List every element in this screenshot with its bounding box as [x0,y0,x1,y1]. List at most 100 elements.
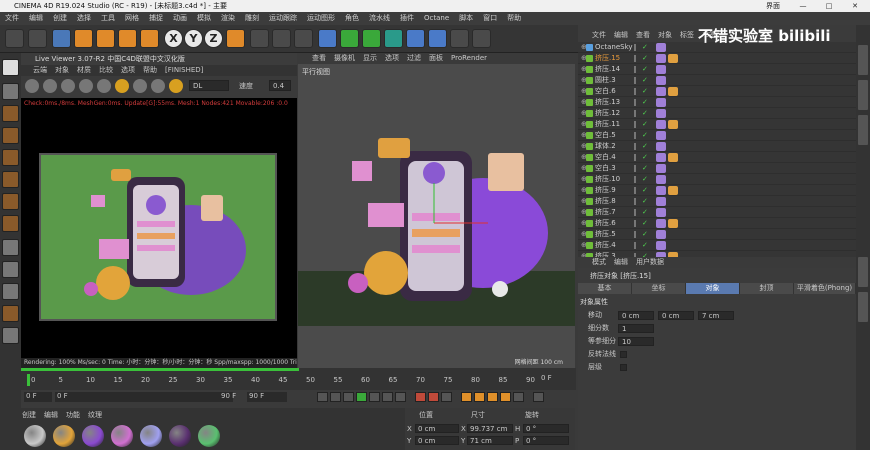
menu-help[interactable]: 帮助 [502,14,526,22]
close-button[interactable]: ✕ [842,0,868,12]
material-tag-icon[interactable] [656,219,666,228]
material-tag-icon[interactable] [668,54,678,63]
enable-check-icon[interactable]: ✓ [642,218,648,229]
key-rotation-icon[interactable] [487,392,498,402]
menu-select[interactable]: 选择 [72,14,96,22]
lv-menu-objects[interactable]: 对象 [55,66,69,74]
clay-mode-icon[interactable] [151,79,165,93]
tab-basic[interactable]: 基本 [578,283,632,294]
lv-menu-cloud[interactable]: 云端 [33,66,47,74]
visibility-dots-icon[interactable] [634,66,637,73]
enable-check-icon[interactable]: ✓ [642,141,648,152]
hierarchical-checkbox[interactable] [620,364,627,371]
menu-mesh[interactable]: 网格 [120,14,144,22]
undo-icon[interactable] [5,29,24,48]
mat-menu-edit[interactable]: 编辑 [44,411,58,419]
material-tag-icon[interactable] [656,241,666,250]
visibility-dots-icon[interactable] [634,55,637,62]
enable-check-icon[interactable]: ✓ [642,185,648,196]
material-swatch[interactable] [140,425,162,447]
enable-check-icon[interactable]: ✓ [642,240,648,251]
object-name[interactable]: 挤压.14 [595,64,620,75]
material-swatch[interactable] [82,425,104,447]
axis-mode-icon[interactable] [2,215,19,232]
lock-render-icon[interactable] [115,79,129,93]
menu-window[interactable]: 窗口 [478,14,502,22]
tab-phong[interactable]: 平滑着色(Phong) [794,283,856,294]
object-row[interactable]: ⊕ 挤压.5 ✓ [578,229,856,240]
tab-coord[interactable]: 坐标 [632,283,686,294]
lv-menu-materials[interactable]: 材质 [77,66,91,74]
grid-icon[interactable] [2,327,19,344]
go-start-icon[interactable] [317,392,328,402]
side-tab-layers[interactable] [858,292,868,322]
isoparm-field[interactable]: 10 [618,337,654,346]
material-swatch[interactable] [169,425,191,447]
om-menu-tags[interactable]: 标签 [680,31,694,39]
vp-menu-prorender[interactable]: ProRender [451,54,487,62]
om-menu-file[interactable]: 文件 [592,31,606,39]
play-icon[interactable] [356,392,367,402]
material-tag-icon[interactable] [656,164,666,173]
visibility-dots-icon[interactable] [634,242,637,249]
object-row[interactable]: ⊕ 挤压.8 ✓ [578,196,856,207]
object-name[interactable]: 挤压.7 [595,207,616,218]
side-tab-objects[interactable] [858,45,868,75]
object-row[interactable]: ⊕ 空白.3 ✓ [578,163,856,174]
enable-check-icon[interactable]: ✓ [642,163,648,174]
material-picker-icon[interactable] [133,79,147,93]
object-name[interactable]: 空白.5 [595,130,616,141]
floor-icon[interactable] [428,29,447,48]
menu-mograph[interactable]: 运动图形 [302,14,340,22]
menu-animate[interactable]: 动画 [168,14,192,22]
material-swatch[interactable] [53,425,75,447]
material-tag-icon[interactable] [656,76,666,85]
object-name[interactable]: 空白.4 [595,152,616,163]
visibility-dots-icon[interactable] [634,99,637,106]
material-tag-icon[interactable] [656,153,666,162]
om-menu-objects[interactable]: 对象 [658,31,672,39]
menu-plugins[interactable]: 插件 [395,14,419,22]
lv-menu-options[interactable]: 选项 [121,66,135,74]
object-row[interactable]: ⊕ 挤压.13 ✓ [578,97,856,108]
enable-check-icon[interactable]: ✓ [642,75,648,86]
menu-character[interactable]: 角色 [340,14,364,22]
object-row[interactable]: ⊕ 挤压.14 ✓ [578,64,856,75]
menu-sculpt[interactable]: 雕刻 [240,14,264,22]
key-position-icon[interactable] [461,392,472,402]
key-scale-icon[interactable] [474,392,485,402]
material-tag-icon[interactable] [668,87,678,96]
restart-render-icon[interactable] [25,79,39,93]
object-row[interactable]: ⊕ 挤压.9 ✓ [578,185,856,196]
object-name[interactable]: 空白.6 [595,86,616,97]
redo-icon[interactable] [28,29,47,48]
mat-menu-texture[interactable]: 纹理 [88,411,102,419]
prev-frame-icon[interactable] [343,392,354,402]
menu-tools[interactable]: 工具 [96,14,120,22]
menu-octane[interactable]: Octane [419,14,454,22]
object-row[interactable]: ⊕ 空白.4 ✓ [578,152,856,163]
material-tag-icon[interactable] [656,87,666,96]
playhead[interactable] [27,374,30,386]
make-editable-icon[interactable] [2,59,19,76]
pause-icon[interactable] [61,79,75,93]
material-tag-icon[interactable] [656,54,666,63]
vp-menu-panel[interactable]: 面板 [429,54,443,62]
object-name[interactable]: 挤压.6 [595,218,616,229]
kernel-select[interactable]: DL [189,80,229,91]
array-icon[interactable] [384,29,403,48]
coord-x-size[interactable]: 99.737 cm [467,424,513,433]
object-name[interactable]: OctaneSky [595,42,633,53]
start-frame-field[interactable]: 0 F [24,392,52,402]
coord-p-rot[interactable]: 0 ° [523,436,569,445]
enable-check-icon[interactable]: ✓ [642,196,648,207]
refresh-icon[interactable] [43,79,57,93]
menu-file[interactable]: 文件 [0,14,24,22]
material-swatch[interactable] [24,425,46,447]
scale-tool-icon[interactable] [96,29,115,48]
attr-menu-userdata[interactable]: 用户数据 [636,258,664,266]
object-name[interactable]: 挤压.15 [595,53,620,64]
material-tag-icon[interactable] [656,230,666,239]
coord-x-pos[interactable]: 0 cm [415,424,459,433]
record-icon[interactable] [415,392,426,402]
